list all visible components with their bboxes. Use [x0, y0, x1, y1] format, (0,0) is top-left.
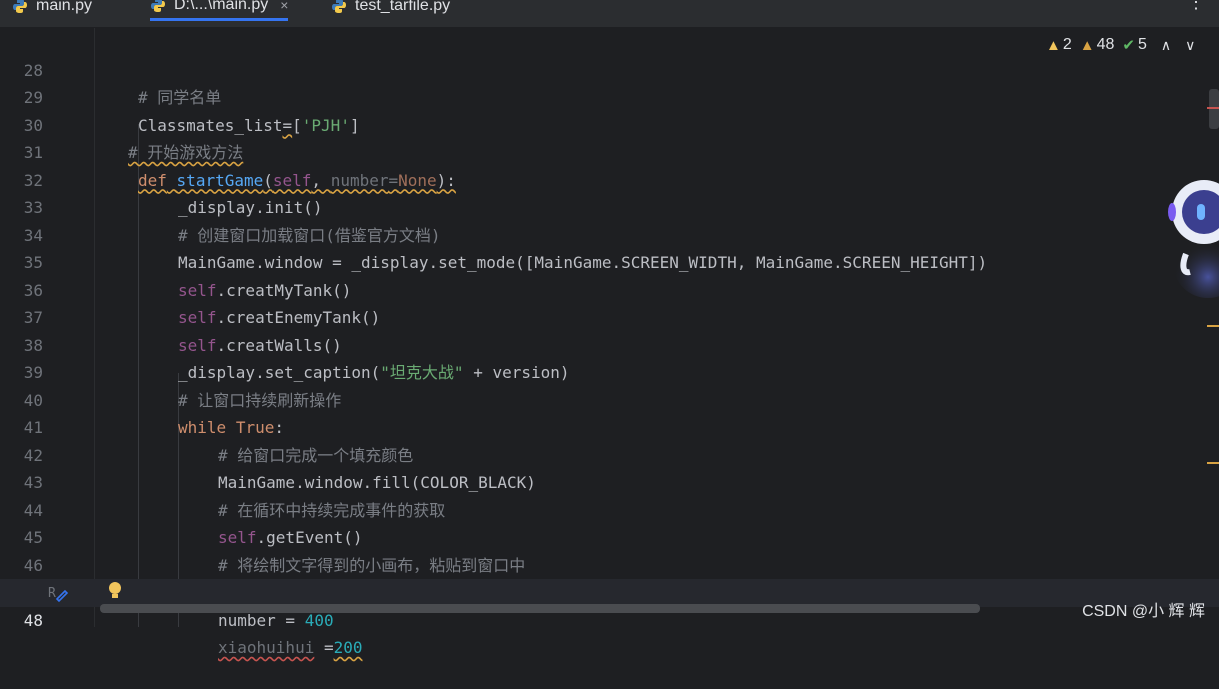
code-line: 35 self.creatMyTank() — [0, 222, 1219, 300]
watermark: CSDN @小 辉 辉 — [1082, 603, 1205, 620]
svg-text:R: R — [48, 586, 56, 601]
line-number: 48 — [23, 610, 43, 630]
code-line: 34 MainGame.window = _display.set_mode([… — [0, 194, 1219, 273]
code-line: 41 # 给窗口完成一个填充颜色 — [0, 387, 1219, 465]
warning-triangle-icon: ▲ — [1079, 36, 1095, 54]
code-line: 40 while True: — [0, 359, 1219, 438]
code-line: 29 Classmates_list=['PJH'] — [0, 57, 1219, 135]
code-line: 42 MainGame.window.fill(COLOR_BLACK) — [0, 414, 1219, 493]
editor-tab-bar: main.py D:\...\main.py × test_tarfile.py… — [0, 0, 1219, 28]
typos-count[interactable]: ✔ 5 — [1122, 36, 1146, 54]
close-icon[interactable]: × — [280, 0, 288, 13]
tab-label: D:\...\main.py — [174, 0, 269, 13]
tab-label: test_tarfile.py — [355, 0, 451, 14]
code-line: 46 — [0, 524, 1219, 575]
code-line: 31 def startGame(self, number=None): — [0, 112, 1219, 190]
code-line: 33 # 创建窗口加载窗口(借鉴官方文档) — [0, 167, 1219, 245]
warnings-count-b[interactable]: ▲ 48 — [1080, 36, 1115, 54]
ai-assistant-robot-icon[interactable] — [1168, 168, 1219, 298]
python-file-icon — [332, 0, 346, 13]
more-tabs-icon[interactable]: ⋮ — [1187, 0, 1205, 13]
code-text: xiaohuihui =200 — [218, 638, 363, 657]
code-editor[interactable]: 28 # 同学名单 29 Classmates_list=['PJH'] 30 … — [0, 28, 1219, 657]
tab-label: main.py — [36, 0, 93, 14]
tab-test-tarfile-py[interactable]: test_tarfile.py — [331, 0, 450, 19]
lightbulb-icon[interactable] — [108, 581, 122, 601]
code-line: 43 # 在循环中持续完成事件的获取 — [0, 442, 1219, 520]
vertical-scrollbar-thumb[interactable] — [1209, 89, 1219, 129]
python-file-icon — [151, 0, 165, 12]
warning-triangle-icon: ▲ — [1046, 36, 1061, 54]
run-configuration-icon[interactable]: R — [48, 583, 70, 603]
python-file-icon — [13, 0, 27, 13]
code-line: 38 _display.set_caption("坦克大战" + version… — [0, 304, 1219, 383]
code-line: 30 # 开始游戏方法 — [0, 84, 1219, 163]
code-line: 39 # 让窗口持续刷新操作 — [0, 332, 1219, 410]
next-highlight-icon[interactable]: ∨ — [1185, 37, 1195, 54]
code-line: 45 # 将绘制文字得到的小画布，粘贴到窗口中 — [0, 497, 1219, 575]
warning-stripe-marker[interactable] — [1207, 325, 1219, 327]
error-stripe-marker[interactable] — [1207, 107, 1219, 109]
check-icon: ✔ — [1122, 37, 1135, 54]
inspection-widget[interactable]: ▲ 2 ▲ 48 ✔ 5 ∧ ∨ — [1046, 36, 1195, 54]
code-line: 32 _display.init() — [0, 139, 1219, 218]
code-line: 28 # 同学名单 — [0, 29, 1219, 108]
code-line: 36 self.creatEnemyTank() — [0, 249, 1219, 328]
tab-main-py[interactable]: main.py — [12, 0, 92, 19]
horizontal-scrollbar-thumb[interactable] — [100, 604, 980, 613]
warning-stripe-marker[interactable] — [1207, 462, 1219, 464]
previous-highlight-icon[interactable]: ∧ — [1161, 37, 1171, 54]
code-line: 47 number = 400 — [0, 552, 1219, 630]
tab-active-main-py[interactable]: D:\...\main.py × — [150, 0, 289, 21]
warnings-count-a[interactable]: ▲ 2 — [1046, 36, 1072, 54]
code-line-current: 48 xiaohuihui =200 — [0, 579, 1219, 657]
code-line: 37 self.creatWalls() — [0, 277, 1219, 355]
code-line: 44 self.getEvent() — [0, 469, 1219, 548]
